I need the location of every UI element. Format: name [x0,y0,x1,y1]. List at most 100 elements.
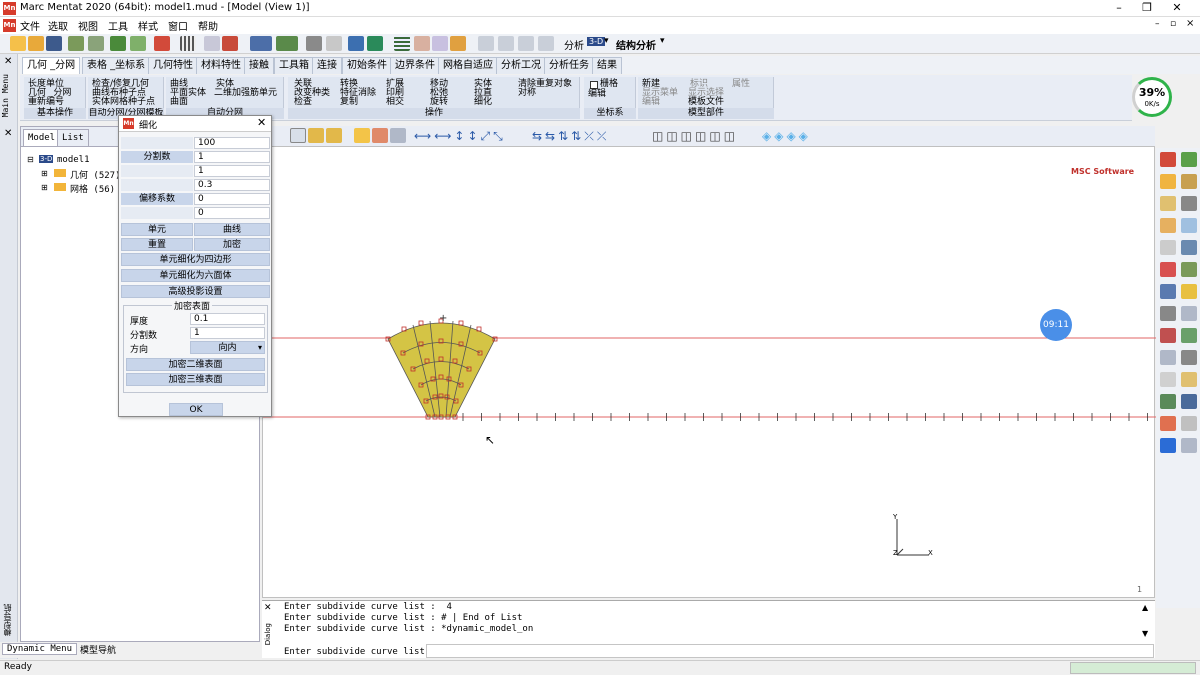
close-icon[interactable]: ✕ [4,56,12,67]
edit-coords-button[interactable]: 编辑 [588,90,606,99]
tool-icon[interactable] [1160,394,1176,409]
close-tree-icon[interactable]: ✕ [4,128,12,139]
node-grid-icon[interactable] [394,36,410,51]
save-icon[interactable] [46,36,62,51]
zoom-in-icon[interactable] [308,128,324,143]
command-input[interactable] [426,644,1154,658]
export-icon[interactable] [88,36,104,51]
tool-icon[interactable] [1160,240,1176,255]
direction-select[interactable]: 向内 ▾ [190,341,265,354]
tool-icon[interactable] [1160,350,1176,365]
clear-icon[interactable] [154,36,170,51]
new-file-icon[interactable] [10,36,26,51]
chart-icon[interactable] [222,36,238,51]
rotate-button[interactable]: 旋转 [430,98,448,107]
tab-load-cases[interactable]: 分析工况 [496,57,546,74]
surfaces-button[interactable]: 曲面 [170,98,188,107]
element-button[interactable]: 单元 [121,223,193,236]
redo-icon[interactable] [130,36,146,51]
bias-u-input[interactable]: 0 [194,193,270,205]
tab-toolbox[interactable]: 工具箱 [274,57,314,74]
thickness-input[interactable]: 0.1 [190,313,265,325]
tool-icon[interactable] [1181,372,1197,387]
tab-geometric-props[interactable]: 几何特性 [148,57,198,74]
advanced-projection-button[interactable]: 高级投影设置 [121,285,270,298]
tab-model-nav[interactable]: 模型导航 [76,643,120,656]
tool-icon[interactable] [1181,218,1197,233]
tab-boundary-conditions[interactable]: 边界条件 [390,57,440,74]
tool-icon[interactable] [1181,240,1197,255]
tab-geometry-mesh[interactable]: 几何 _分网 [22,57,81,74]
tool-icon[interactable] [1181,394,1197,409]
tool-icon[interactable] [1181,284,1197,299]
template-file-button[interactable]: 模板文件 [688,98,724,107]
tool-icon[interactable] [1181,438,1197,453]
solid-seed-button[interactable]: 实体网格种子点 [92,98,155,107]
pick-icon[interactable] [276,36,298,51]
model-nav-label[interactable]: 模型导航 [2,604,13,636]
surface-divisions-input[interactable]: 1 [190,327,265,339]
menu-file[interactable]: 文件 [16,18,44,33]
pan-arrows-icons[interactable]: ⟷⟷↕↕⤢⤡ [414,129,506,144]
tab-dynamic-menu[interactable]: Dynamic Menu [2,643,78,655]
mdi-restore-button[interactable]: ▫ [1170,19,1176,29]
grid-icon[interactable] [180,36,196,51]
dialog-titlebar[interactable]: Mn 细化 ✕ [119,116,271,132]
menu-tools[interactable]: 工具 [104,18,132,33]
duplicate-button[interactable]: 复制 [340,98,358,107]
refine-to-hex-button[interactable]: 单元细化为六面体 [121,269,270,282]
undo-icon[interactable] [110,36,126,51]
analysis-type-select[interactable]: 结构分析 [616,37,656,52]
refine-3d-surface-button[interactable]: 加密三维表面 [126,373,265,386]
intersect-button[interactable]: 相交 [386,98,404,107]
layout-icon[interactable] [498,36,514,51]
tool-icon[interactable] [1181,174,1197,189]
tree-root-model[interactable]: model1 [57,155,90,165]
display-icon[interactable] [306,36,322,51]
tool-icon[interactable] [1181,152,1197,167]
subdivide-button[interactable]: 细化 [474,98,492,107]
curve-button[interactable]: 曲线 [194,223,270,236]
symmetry-button[interactable]: 对称 [518,89,536,98]
calculator-icon[interactable] [414,36,430,51]
tab-contact[interactable]: 接触 [244,57,274,74]
close-dialog-icon[interactable]: ✕ [264,603,272,613]
grid-checkbox[interactable] [590,81,598,89]
reset-button[interactable]: 重置 [121,238,193,251]
edit-section-button[interactable]: 编辑 [642,98,660,107]
renumber-button[interactable]: 重新编号 [28,98,64,107]
tool-icon[interactable] [1160,284,1176,299]
window-icon[interactable] [478,36,494,51]
tool-icon[interactable] [1181,262,1197,277]
tab-results[interactable]: 结果 [592,57,622,74]
expand-icon[interactable]: ⊞ [41,169,48,178]
bias-v-input[interactable]: 0 [194,207,270,219]
tool-icon[interactable] [1160,152,1176,167]
refine-to-quad-button[interactable]: 单元细化为四边形 [121,253,270,266]
fit-view-icon[interactable] [290,128,306,143]
close-button[interactable]: ✕ [1166,0,1188,17]
divisions-u-input[interactable]: 1 [194,151,270,163]
tool-icon[interactable] [1181,350,1197,365]
tile-icon[interactable] [518,36,534,51]
tool-icon[interactable] [1160,306,1176,321]
tab-material-props[interactable]: 材料特性 [196,57,246,74]
properties-button[interactable]: 属性 [732,80,750,89]
import-icon[interactable] [68,36,84,51]
tab-model[interactable]: Model [23,129,61,146]
tool-icon[interactable] [1181,416,1197,431]
tool-icon[interactable] [1160,416,1176,431]
tab-mesh-adaptivity[interactable]: 网格自适应 [438,57,498,74]
pan-hand-icon[interactable] [354,128,370,143]
tool-icon[interactable] [1160,174,1176,189]
tab-jobs[interactable]: 分析任务 [544,57,594,74]
color-wheel-icon[interactable] [450,36,466,51]
tool-icon[interactable] [1181,196,1197,211]
rotate-icon[interactable] [372,128,388,143]
tool-icon[interactable] [1160,438,1176,453]
tab-initial-conditions[interactable]: 初始条件 [342,57,392,74]
tool-icon[interactable] [1160,372,1176,387]
menu-view[interactable]: 视图 [74,18,102,33]
select-arrow-icon[interactable] [250,36,272,51]
divisions-v-input[interactable]: 1 [194,165,270,177]
